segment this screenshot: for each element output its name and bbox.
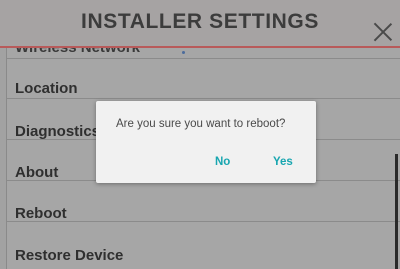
yes-button[interactable]: Yes: [273, 156, 293, 168]
dialog-message: Are you sure you want to reboot?: [116, 118, 286, 130]
no-button[interactable]: No: [215, 156, 230, 168]
reboot-confirm-dialog: Are you sure you want to reboot? No Yes: [96, 101, 316, 183]
installer-settings-screen: INSTALLER SETTINGS Wireless Network Loca…: [0, 0, 400, 269]
modal-overlay: Are you sure you want to reboot? No Yes: [0, 0, 400, 269]
